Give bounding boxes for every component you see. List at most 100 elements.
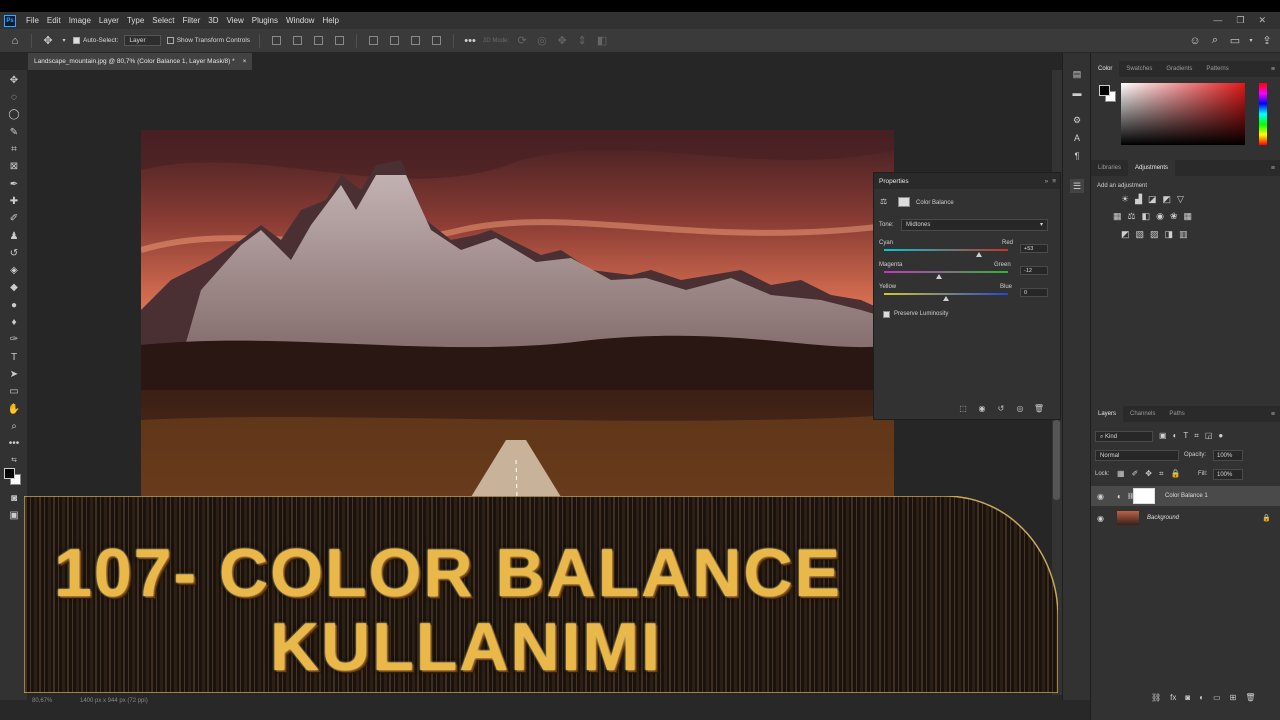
distribute-icon[interactable] <box>411 36 421 45</box>
history-icon[interactable]: ▤ <box>1070 67 1084 81</box>
black-white-icon[interactable]: ◧ <box>1142 211 1151 222</box>
pen-tool-icon[interactable]: ✑ <box>7 332 21 346</box>
chevron-down-icon[interactable]: ▾ <box>61 34 67 48</box>
crop-tool-icon[interactable]: ⌗ <box>7 142 21 156</box>
blend-mode-dropdown[interactable]: Normal <box>1095 450 1179 461</box>
brush-tool-icon[interactable]: ✐ <box>7 211 21 225</box>
tab-channels[interactable]: Channels <box>1123 406 1162 422</box>
menu-view[interactable]: View <box>223 16 248 25</box>
blur-tool-icon[interactable]: ● <box>7 298 21 312</box>
magenta-green-slider[interactable] <box>884 271 1008 273</box>
document-canvas-image[interactable] <box>141 130 894 497</box>
tab-swatches[interactable]: Swatches <box>1119 61 1159 77</box>
slider-knob[interactable] <box>935 274 942 279</box>
share-export-icon[interactable]: ⇪ <box>1260 34 1274 48</box>
layer-row-color-balance[interactable]: ◉ ◐ ⛓ Color Balance 1 <box>1091 486 1280 506</box>
curves-icon[interactable]: ◪ <box>1148 194 1157 205</box>
align-left-icon[interactable] <box>272 36 282 45</box>
panel-menu-icon[interactable]: ≡ <box>1271 165 1275 172</box>
tone-dropdown[interactable]: Midtones ▾ <box>901 219 1048 231</box>
channel-mixer-icon[interactable]: ❀ <box>1170 211 1178 222</box>
auto-select-dropdown[interactable]: Layer <box>124 35 161 46</box>
menu-layer[interactable]: Layer <box>95 16 123 25</box>
frame-tool-icon[interactable]: ⊠ <box>7 159 21 173</box>
threshold-icon[interactable]: ▨ <box>1150 229 1159 240</box>
yellow-blue-value[interactable]: 0 <box>1020 288 1048 297</box>
hue-slider[interactable] <box>1259 83 1267 145</box>
lock-all-icon[interactable]: 🔒 <box>1170 469 1180 479</box>
gradient-map-icon[interactable]: ▥ <box>1179 229 1188 240</box>
type-tool-icon[interactable]: T <box>7 350 21 364</box>
close-icon[interactable]: ✕ <box>1258 15 1266 26</box>
invert-icon[interactable]: ◩ <box>1121 229 1130 240</box>
menu-plugins[interactable]: Plugins <box>248 16 282 25</box>
tab-libraries[interactable]: Libraries <box>1091 160 1128 176</box>
view-previous-icon[interactable]: ◉ <box>977 403 987 413</box>
visibility-eye-icon[interactable]: ◎ <box>1015 403 1025 413</box>
add-mask-icon[interactable]: ◙ <box>1185 693 1190 702</box>
healing-brush-icon[interactable]: ✚ <box>7 194 21 208</box>
photo-filter-icon[interactable]: ◉ <box>1156 211 1164 222</box>
slider-knob[interactable] <box>975 252 982 257</box>
paint-bucket-icon[interactable]: ◆ <box>7 280 21 294</box>
posterize-icon[interactable]: ▧ <box>1136 229 1145 240</box>
cyan-red-value[interactable]: +53 <box>1020 244 1048 253</box>
lock-artboard-icon[interactable]: ⌗ <box>1159 469 1164 479</box>
lasso-tool-icon[interactable]: ◯ <box>7 107 21 121</box>
search-icon[interactable]: ⌕ <box>1208 34 1222 48</box>
kind-filter-dropdown[interactable]: ⌕ Kind <box>1095 431 1153 442</box>
restore-icon[interactable]: ❐ <box>1236 15 1244 26</box>
properties-icon[interactable]: ☰ <box>1070 179 1084 193</box>
minimize-icon[interactable]: — <box>1213 15 1222 26</box>
shape-filter-icon[interactable]: ⌗ <box>1194 431 1199 441</box>
brightness-icon[interactable]: ☀ <box>1121 194 1129 205</box>
comments-icon[interactable]: ▬ <box>1070 86 1084 100</box>
brush-settings-icon[interactable]: ⚙ <box>1070 113 1084 127</box>
filter-toggle-icon[interactable]: ● <box>1218 431 1223 441</box>
layer-row-background[interactable]: ◉ Background 🔒 <box>1091 508 1280 528</box>
more-options-icon[interactable]: ••• <box>463 34 477 48</box>
reset-icon[interactable]: ↺ <box>996 403 1006 413</box>
tab-gradients[interactable]: Gradients <box>1159 61 1199 77</box>
new-layer-icon[interactable]: ⊞ <box>1230 693 1237 702</box>
distribute-icon[interactable] <box>432 36 442 45</box>
new-group-icon[interactable]: ▭ <box>1213 693 1221 702</box>
menu-image[interactable]: Image <box>65 16 95 25</box>
new-adjustment-icon[interactable]: ◐ <box>1199 693 1204 702</box>
show-transform-checkbox[interactable]: Show Transform Controls <box>166 37 250 44</box>
layer-mask-thumbnail[interactable] <box>1133 488 1155 504</box>
menu-type[interactable]: Type <box>123 16 148 25</box>
opacity-input[interactable]: 100% <box>1213 450 1243 461</box>
distribute-icon[interactable] <box>390 36 400 45</box>
scrollbar-thumb[interactable] <box>1053 420 1060 500</box>
dodge-tool-icon[interactable]: ♦ <box>7 315 21 329</box>
home-icon[interactable]: ⌂ <box>8 34 22 48</box>
align-center-icon[interactable] <box>293 36 303 45</box>
panel-menu-icon[interactable]: ≡ <box>1271 411 1275 418</box>
menu-filter[interactable]: Filter <box>179 16 205 25</box>
collapse-panel-icon[interactable]: » <box>1045 178 1049 185</box>
menu-3d[interactable]: 3D <box>204 16 222 25</box>
panel-menu-icon[interactable]: ≡ <box>1052 178 1056 185</box>
magenta-green-value[interactable]: -12 <box>1020 266 1048 275</box>
quick-select-tool-icon[interactable]: ✎ <box>7 125 21 139</box>
cyan-red-slider[interactable] <box>884 249 1008 251</box>
fill-input[interactable]: 100% <box>1213 469 1243 480</box>
history-brush-icon[interactable]: ↺ <box>7 246 21 260</box>
tab-adjustments[interactable]: Adjustments <box>1128 160 1176 176</box>
move-tool-icon[interactable]: ✥ <box>7 73 21 87</box>
auto-select-checkbox[interactable]: Auto-Select: <box>73 37 118 44</box>
tab-layers[interactable]: Layers <box>1091 406 1124 422</box>
menu-select[interactable]: Select <box>148 16 178 25</box>
adjustment-filter-icon[interactable]: ◐ <box>1173 431 1178 441</box>
zoom-readout[interactable]: 80,67% <box>32 698 52 704</box>
lock-image-icon[interactable]: ✐ <box>1132 469 1139 479</box>
move-tool-icon[interactable]: ✥ <box>41 34 55 48</box>
trash-icon[interactable]: 🗑 <box>1034 403 1044 413</box>
vibrance-icon[interactable]: ▽ <box>1177 194 1184 205</box>
workspace-icon[interactable]: ▭ <box>1228 34 1242 48</box>
clip-to-layer-icon[interactable]: ⬚ <box>958 403 968 413</box>
hand-tool-icon[interactable]: ✋ <box>7 402 21 416</box>
color-lookup-icon[interactable]: ▦ <box>1184 211 1193 222</box>
clone-stamp-icon[interactable]: ♟ <box>7 229 21 243</box>
